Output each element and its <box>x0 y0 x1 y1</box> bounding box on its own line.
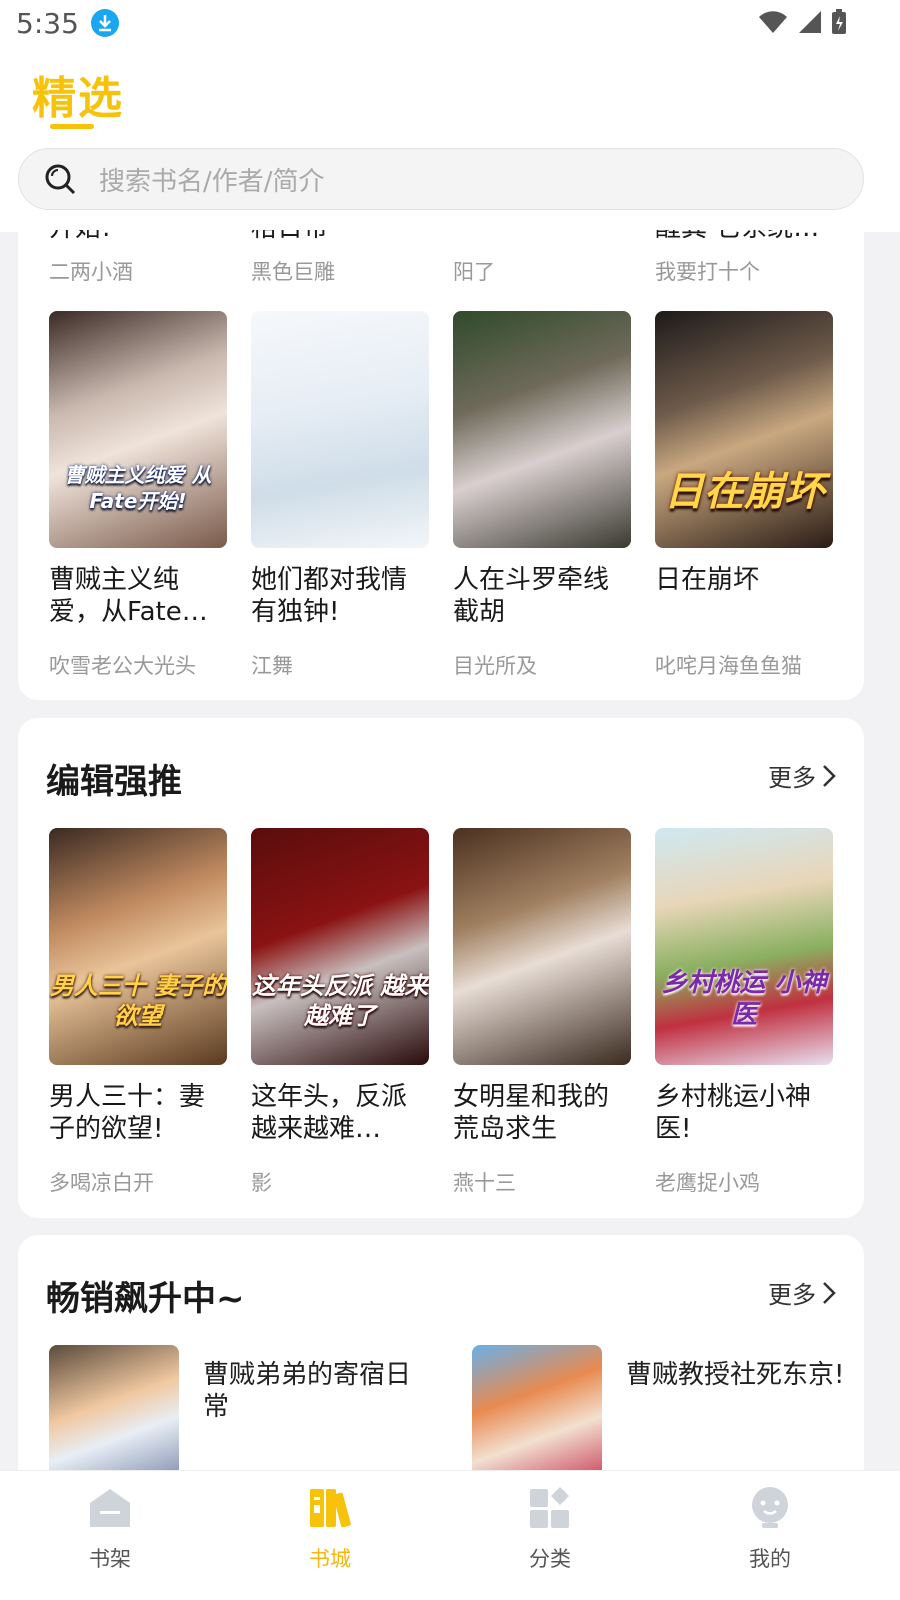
nav-item-bookstore[interactable]: 书城 <box>220 1471 440 1600</box>
book-cover[interactable]: 这年头反派 越来越难了 <box>251 828 429 1065</box>
cover-title-text: 曹贼主义纯爱 从Fate开始! <box>64 463 212 513</box>
book-title: 她们都对我情有独钟! <box>251 565 408 627</box>
bookstore-icon <box>310 1489 351 1528</box>
list-item[interactable]: 曹贼弟弟的寄宿日常 <box>49 1345 472 1470</box>
book-cover[interactable]: 日在崩坏 <box>655 311 833 548</box>
rising-card: 畅销飙升中~ 更多 曹贼弟弟的寄宿日常 曹贼教授社死东京! <box>18 1235 864 1470</box>
search-input[interactable]: 搜索书名/作者/简介 <box>18 148 864 210</box>
chevron-right-icon <box>823 764 836 787</box>
book-author: 我要打十个 <box>655 260 760 284</box>
book-author: 吹雪老公大光头 <box>49 654 196 678</box>
book-title: 乡村桃运小神医! <box>655 1082 812 1144</box>
book-author: 老鹰捉小鸡 <box>655 1171 760 1195</box>
battery-icon <box>832 9 846 34</box>
book-title <box>453 230 631 244</box>
book-author: 阳了 <box>453 260 495 284</box>
book-item[interactable]: 这年头反派 越来越难了 这年头，反派越来越难… 影 <box>251 828 429 1197</box>
book-title: 曹贼教授社死东京! <box>626 1360 845 1390</box>
book-item[interactable]: 女明星和我的荒岛求生 燕十三 <box>453 828 631 1197</box>
content-scroll[interactable]: 开始! 二两小酒 格日帝 黑色巨雕 阳了 醒異 它系统… 我要打十个 曹贼主义纯… <box>0 230 900 1470</box>
book-title: 曹贼弟弟的寄宿日常 <box>203 1360 412 1422</box>
book-title: 醒異 它系统… <box>655 230 833 244</box>
book-title: 男人三十：妻子的欲望! <box>49 1082 206 1144</box>
book-item[interactable]: 人在斗罗牵线截胡 目光所及 <box>453 311 631 680</box>
book-author: 目光所及 <box>453 654 537 678</box>
book-author: 影 <box>251 1171 272 1195</box>
book-title: 日在崩坏 <box>655 565 760 595</box>
tab-featured[interactable]: 精选 <box>32 62 124 126</box>
bottom-nav: 书架 书城 分类 我的 <box>0 1470 900 1600</box>
category-icon <box>530 1487 569 1528</box>
book-item[interactable]: 醒異 它系统… 我要打十个 <box>655 230 833 286</box>
book-author: 多喝凉白开 <box>49 1171 154 1195</box>
chevron-right-icon <box>823 1281 836 1304</box>
tab-indicator <box>50 124 94 129</box>
more-label: 更多 <box>768 1281 816 1309</box>
book-item[interactable]: 日在崩坏 日在崩坏 叱咤月海鱼鱼猫 <box>655 311 833 680</box>
book-item[interactable]: 开始! 二两小酒 <box>49 230 227 286</box>
book-title: 格日帝 <box>251 230 429 244</box>
book-author: 黑色巨雕 <box>251 260 335 284</box>
partial-book-row: 开始! 二两小酒 格日帝 黑色巨雕 阳了 醒異 它系统… 我要打十个 <box>49 230 833 286</box>
rising-list: 曹贼弟弟的寄宿日常 曹贼教授社死东京! <box>49 1345 895 1470</box>
editor-picks-card: 编辑强推 更多 男人三十 妻子的欲望 男人三十：妻子的欲望! 多喝凉白开 这年头… <box>18 718 864 1218</box>
download-icon <box>90 9 119 37</box>
more-link-rising[interactable]: 更多 <box>768 1275 836 1310</box>
wifi-icon <box>759 11 787 33</box>
cover-title-text: 日在崩坏 <box>664 469 824 515</box>
section-title-rising: 畅销飙升中~ <box>46 1279 245 1319</box>
book-cover[interactable] <box>472 1345 602 1470</box>
book-item[interactable]: 她们都对我情有独钟! 江舞 <box>251 311 429 680</box>
book-title: 这年头，反派越来越难… <box>251 1082 408 1144</box>
book-item[interactable]: 男人三十 妻子的欲望 男人三十：妻子的欲望! 多喝凉白开 <box>49 828 227 1197</box>
more-label: 更多 <box>768 764 816 792</box>
cover-title-text: 乡村桃运 小神医 <box>661 968 827 1030</box>
bookshelf-icon <box>90 1489 130 1527</box>
section-title-editor: 编辑强推 <box>46 762 182 802</box>
nav-label: 我的 <box>749 1547 791 1571</box>
book-cover[interactable] <box>49 1345 179 1470</box>
book-cover[interactable]: 曹贼主义纯爱 从Fate开始! <box>49 311 227 548</box>
book-title: 人在斗罗牵线截胡 <box>453 565 610 627</box>
nav-item-profile[interactable]: 我的 <box>660 1471 880 1600</box>
book-title: 曹贼主义纯爱，从Fate… <box>49 565 208 627</box>
nav-label: 书架 <box>89 1547 131 1571</box>
nav-item-category[interactable]: 分类 <box>440 1471 660 1600</box>
search-placeholder: 搜索书名/作者/简介 <box>99 166 325 197</box>
nav-label: 书城 <box>309 1547 351 1571</box>
list-item[interactable]: 曹贼教授社死东京! <box>472 1345 895 1470</box>
book-title: 开始! <box>49 230 227 244</box>
status-bar: 5:35 <box>0 0 900 46</box>
nav-label: 分类 <box>529 1547 571 1571</box>
cover-title-text: 男人三十 妻子的欲望 <box>49 972 227 1030</box>
book-cover[interactable] <box>453 828 631 1065</box>
book-item[interactable]: 格日帝 黑色巨雕 <box>251 230 429 286</box>
book-grid: 男人三十 妻子的欲望 男人三十：妻子的欲望! 多喝凉白开 这年头反派 越来越难了… <box>49 828 833 1197</box>
search-icon <box>45 164 76 195</box>
book-author: 燕十三 <box>453 1171 516 1195</box>
header: 精选 搜索书名/作者/简介 <box>0 46 900 232</box>
book-grid: 曹贼主义纯爱 从Fate开始! 曹贼主义纯爱，从Fate… 吹雪老公大光头 她们… <box>49 311 833 680</box>
book-author: 江舞 <box>251 654 293 678</box>
book-item[interactable]: 曹贼主义纯爱 从Fate开始! 曹贼主义纯爱，从Fate… 吹雪老公大光头 <box>49 311 227 680</box>
book-item[interactable]: 乡村桃运 小神医 乡村桃运小神医! 老鹰捉小鸡 <box>655 828 833 1197</box>
book-cover[interactable] <box>453 311 631 548</box>
book-cover[interactable]: 男人三十 妻子的欲望 <box>49 828 227 1065</box>
book-author: 叱咤月海鱼鱼猫 <box>655 654 802 678</box>
status-icons <box>758 8 848 36</box>
book-title: 女明星和我的荒岛求生 <box>453 1082 610 1144</box>
more-link-editor[interactable]: 更多 <box>768 758 836 793</box>
nav-item-bookshelf[interactable]: 书架 <box>0 1471 220 1600</box>
book-author: 二两小酒 <box>49 260 133 284</box>
top-books-card: 开始! 二两小酒 格日帝 黑色巨雕 阳了 醒異 它系统… 我要打十个 曹贼主义纯… <box>18 230 864 700</box>
book-cover[interactable] <box>251 311 429 548</box>
book-item[interactable]: 阳了 <box>453 230 631 286</box>
book-cover[interactable]: 乡村桃运 小神医 <box>655 828 833 1065</box>
status-time: 5:35 <box>16 6 79 40</box>
cover-title-text: 这年头反派 越来越难了 <box>251 972 429 1030</box>
signal-icon <box>799 11 821 33</box>
profile-icon <box>752 1487 788 1528</box>
